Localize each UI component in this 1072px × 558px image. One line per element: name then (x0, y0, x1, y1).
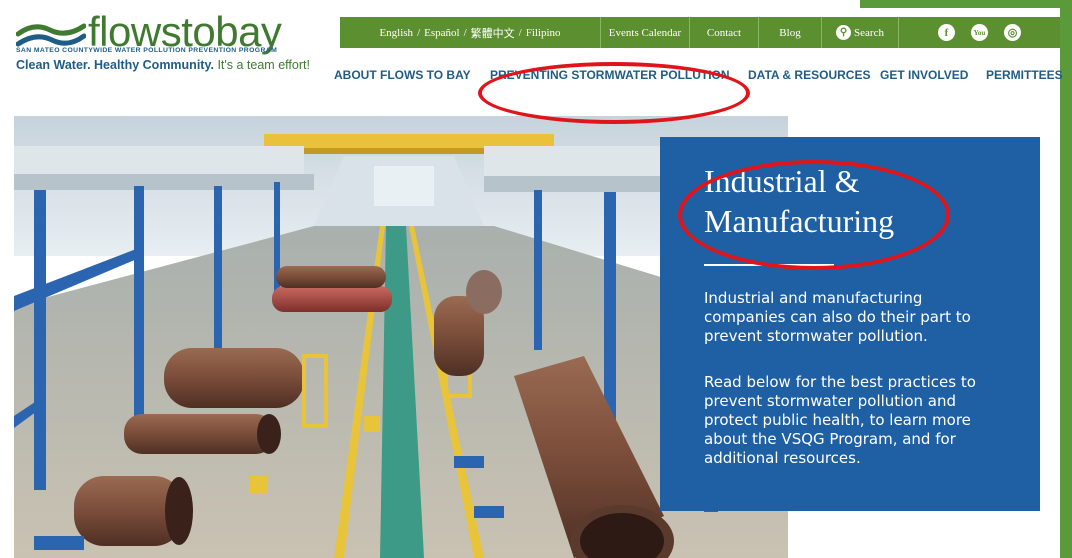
lang-english[interactable]: English (379, 27, 413, 39)
lang-spanish[interactable]: Español (424, 27, 459, 39)
nav-permittees[interactable]: PERMITTEES (986, 68, 1063, 82)
lang-filipino[interactable]: Filipino (526, 27, 561, 39)
lang-sep: / (463, 26, 467, 39)
facebook-icon[interactable]: f (938, 24, 955, 41)
search-label: Search (854, 26, 884, 39)
search-button[interactable]: ⚲ Search (821, 17, 898, 48)
lang-chinese[interactable]: 繁體中文 (471, 25, 515, 41)
blog-link[interactable]: Blog (758, 17, 821, 48)
instagram-icon[interactable]: ◎ (1004, 24, 1021, 41)
search-icon: ⚲ (836, 25, 852, 40)
youtube-icon[interactable]: You (971, 24, 988, 41)
events-calendar-link[interactable]: Events Calendar (600, 17, 689, 48)
intro-paragraph-1: Industrial and manufacturing companies c… (704, 289, 971, 345)
contact-link[interactable]: Contact (689, 17, 758, 48)
logo-tagline: Clean Water. Healthy Community. It's a t… (16, 58, 310, 72)
nav-get-involved[interactable]: GET INVOLVED (880, 68, 968, 82)
annotation-circle-nav (478, 62, 750, 124)
intro-paragraph-2: Read below for the best practices to pre… (704, 373, 976, 467)
tagline-end: It's a team effort! (217, 58, 310, 72)
utility-bar: English / Español / 繁體中文 / Filipino Even… (340, 17, 1060, 48)
site-logo[interactable]: flowstobay SAN MATEO COUNTYWIDE WATER PO… (16, 4, 316, 84)
nav-data-resources[interactable]: DATA & RESOURCES (748, 68, 870, 82)
lang-sep: / (518, 26, 522, 39)
language-switcher: English / Español / 繁體中文 / Filipino (340, 17, 600, 48)
lang-sep: / (417, 26, 421, 39)
annotation-circle-title (678, 160, 950, 270)
social-links: f You ◎ (898, 17, 1060, 48)
tagline-main: Clean Water. Healthy Community. (16, 58, 214, 72)
logo-program-name: SAN MATEO COUNTYWIDE WATER POLLUTION PRE… (16, 47, 278, 54)
nav-about[interactable]: ABOUT FLOWS TO BAY (334, 68, 471, 82)
top-right-accent (860, 0, 1072, 8)
